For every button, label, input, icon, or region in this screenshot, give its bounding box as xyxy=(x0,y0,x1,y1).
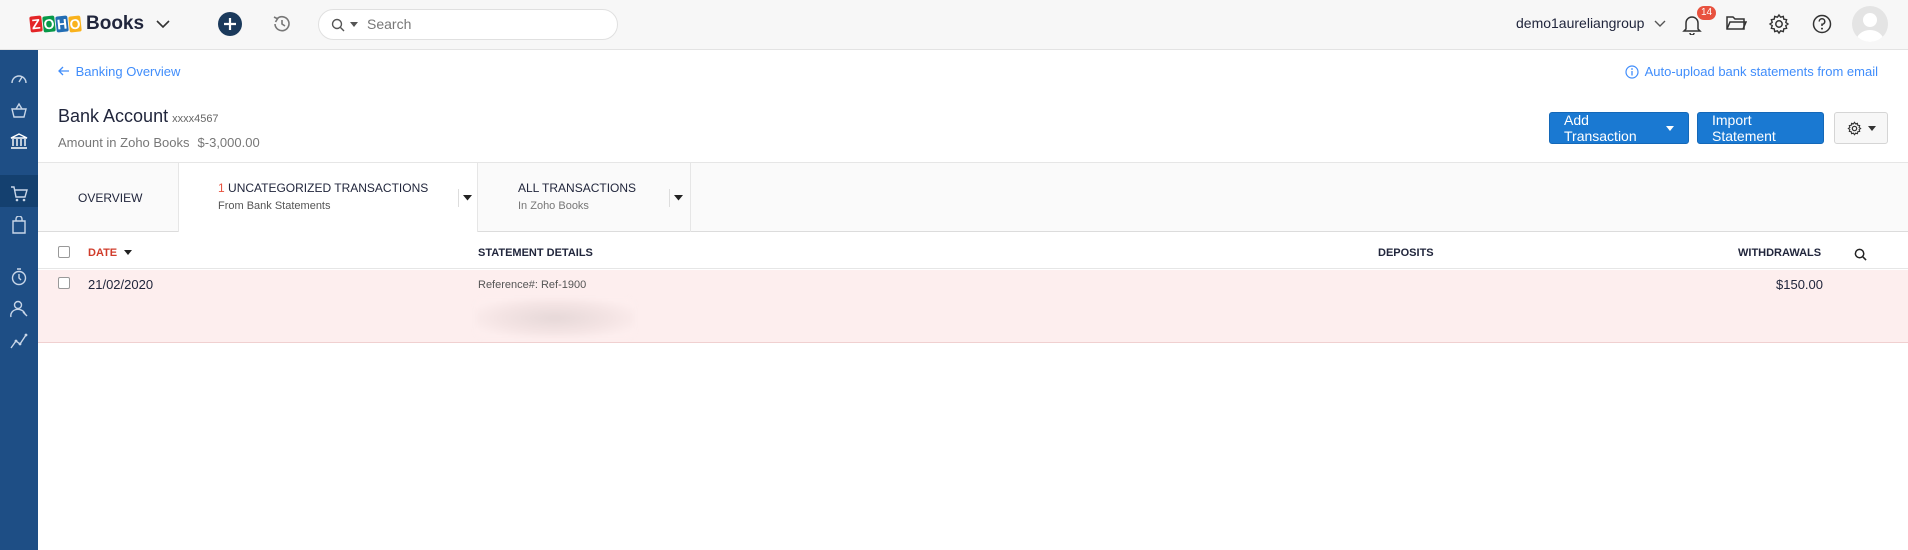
logo-letter-h: H xyxy=(55,15,69,33)
org-name: demo1aureliangroup xyxy=(1516,15,1645,31)
plus-icon xyxy=(224,18,236,30)
date-column-label: DATE xyxy=(88,247,118,259)
search-icon xyxy=(331,18,345,32)
column-header-date[interactable]: DATE xyxy=(88,247,133,259)
tab-all-transactions[interactable]: ALL TRANSACTIONS In Zoho Books xyxy=(478,163,691,232)
page-title: Bank Account xxxx4567 xyxy=(58,106,219,127)
row-reference: Reference#: Ref-1900 xyxy=(478,279,587,291)
import-statement-button[interactable]: Import Statement xyxy=(1697,112,1824,144)
logo-letter-o1: O xyxy=(42,15,56,33)
left-sidebar xyxy=(0,50,38,550)
all-transactions-sub: In Zoho Books xyxy=(518,200,589,212)
table-header: DATE STATEMENT DETAILS DEPOSITS WITHDRAW… xyxy=(38,236,1908,269)
documents-folder-icon[interactable] xyxy=(1725,13,1747,33)
column-header-statement-details: STATEMENT DETAILS xyxy=(478,247,593,259)
uncategorized-count: 1 xyxy=(218,181,225,195)
sales-cart-icon[interactable] xyxy=(10,185,28,203)
arrow-left-icon xyxy=(58,66,69,76)
notification-badge: 14 xyxy=(1697,6,1717,20)
search-input[interactable] xyxy=(367,16,607,32)
all-transactions-dropdown-button[interactable] xyxy=(669,189,683,207)
uncategorized-label: UNCATEGORIZED TRANSACTIONS xyxy=(228,181,429,195)
caret-down-icon xyxy=(674,195,683,201)
row-date: 21/02/2020 xyxy=(88,277,154,292)
caret-down-icon xyxy=(1666,125,1674,131)
transaction-tabs: OVERVIEW 1 UNCATEGORIZED TRANSACTIONS Fr… xyxy=(38,162,1908,232)
org-switcher[interactable]: demo1aureliangroup xyxy=(1516,15,1666,31)
back-link-label: Banking Overview xyxy=(75,64,181,79)
accountant-icon[interactable] xyxy=(10,300,28,318)
search-filter-caret-icon[interactable] xyxy=(350,22,358,28)
reports-icon[interactable] xyxy=(10,332,28,350)
account-number: xxxx4567 xyxy=(172,113,219,125)
chevron-down-icon xyxy=(1654,20,1666,27)
amount-in-books: Amount in Zoho Books $-3,000.00 xyxy=(58,135,260,150)
quick-create-button[interactable] xyxy=(218,12,242,36)
uncategorized-dropdown-button[interactable] xyxy=(458,189,472,207)
caret-down-icon xyxy=(1867,125,1876,131)
uncategorized-sub: From Bank Statements xyxy=(218,200,331,212)
top-bar: Z O H O Books demo1aureliangroup 14 xyxy=(0,0,1908,50)
tab-overview-label: OVERVIEW xyxy=(78,191,143,205)
items-basket-icon[interactable] xyxy=(10,102,28,120)
zoho-books-logo[interactable]: Z O H O Books xyxy=(29,11,170,37)
help-icon[interactable] xyxy=(1811,13,1833,35)
row-checkbox[interactable] xyxy=(58,277,70,289)
add-transaction-label: Add Transaction xyxy=(1564,112,1637,144)
redacted-description xyxy=(475,298,635,338)
time-tracking-icon[interactable] xyxy=(10,268,28,286)
amount-label: Amount in Zoho Books xyxy=(58,135,190,150)
tab-overview[interactable]: OVERVIEW xyxy=(38,163,178,232)
all-transactions-label: ALL TRANSACTIONS xyxy=(518,181,637,195)
table-row[interactable]: 21/02/2020 Reference#: Ref-1900 $150.00 xyxy=(38,270,1908,343)
recent-history-icon[interactable] xyxy=(271,13,293,35)
search-box[interactable] xyxy=(318,9,618,40)
tab-uncategorized-transactions[interactable]: 1 UNCATEGORIZED TRANSACTIONS From Bank S… xyxy=(178,163,478,232)
main-content: Banking Overview Auto-upload bank statem… xyxy=(38,50,1908,550)
sort-descending-icon xyxy=(124,250,133,255)
select-all-checkbox[interactable] xyxy=(58,246,70,258)
logo-letter-z: Z xyxy=(29,15,43,33)
add-transaction-button[interactable]: Add Transaction xyxy=(1549,112,1689,144)
user-avatar[interactable] xyxy=(1852,6,1888,42)
info-icon xyxy=(1624,64,1639,79)
row-withdrawal: $150.00 xyxy=(1776,277,1823,292)
tab-uncategorized-title: 1 UNCATEGORIZED TRANSACTIONS xyxy=(218,181,477,195)
banking-icon[interactable] xyxy=(10,132,28,150)
search-icon[interactable] xyxy=(1854,248,1867,261)
amount-value: $-3,000.00 xyxy=(197,135,260,150)
account-settings-button[interactable] xyxy=(1834,112,1888,144)
caret-down-icon xyxy=(463,195,472,201)
purchases-bag-icon[interactable] xyxy=(10,216,28,234)
logo-letter-o2: O xyxy=(68,15,82,33)
auto-upload-label: Auto-upload bank statements from email xyxy=(1644,64,1878,79)
column-header-withdrawals: WITHDRAWALS xyxy=(1738,247,1822,259)
user-silhouette-icon xyxy=(1856,13,1884,42)
gear-icon xyxy=(1846,120,1862,136)
import-statement-label: Import Statement xyxy=(1712,112,1776,144)
page-title-text: Bank Account xyxy=(58,106,169,126)
column-header-deposits: DEPOSITS xyxy=(1378,247,1434,259)
auto-upload-link[interactable]: Auto-upload bank statements from email xyxy=(1624,64,1878,79)
settings-gear-icon[interactable] xyxy=(1768,13,1790,35)
product-name: Books xyxy=(86,13,145,34)
back-to-banking-overview-link[interactable]: Banking Overview xyxy=(58,64,180,79)
dashboard-icon[interactable] xyxy=(10,70,28,88)
chevron-down-icon[interactable] xyxy=(156,19,170,29)
